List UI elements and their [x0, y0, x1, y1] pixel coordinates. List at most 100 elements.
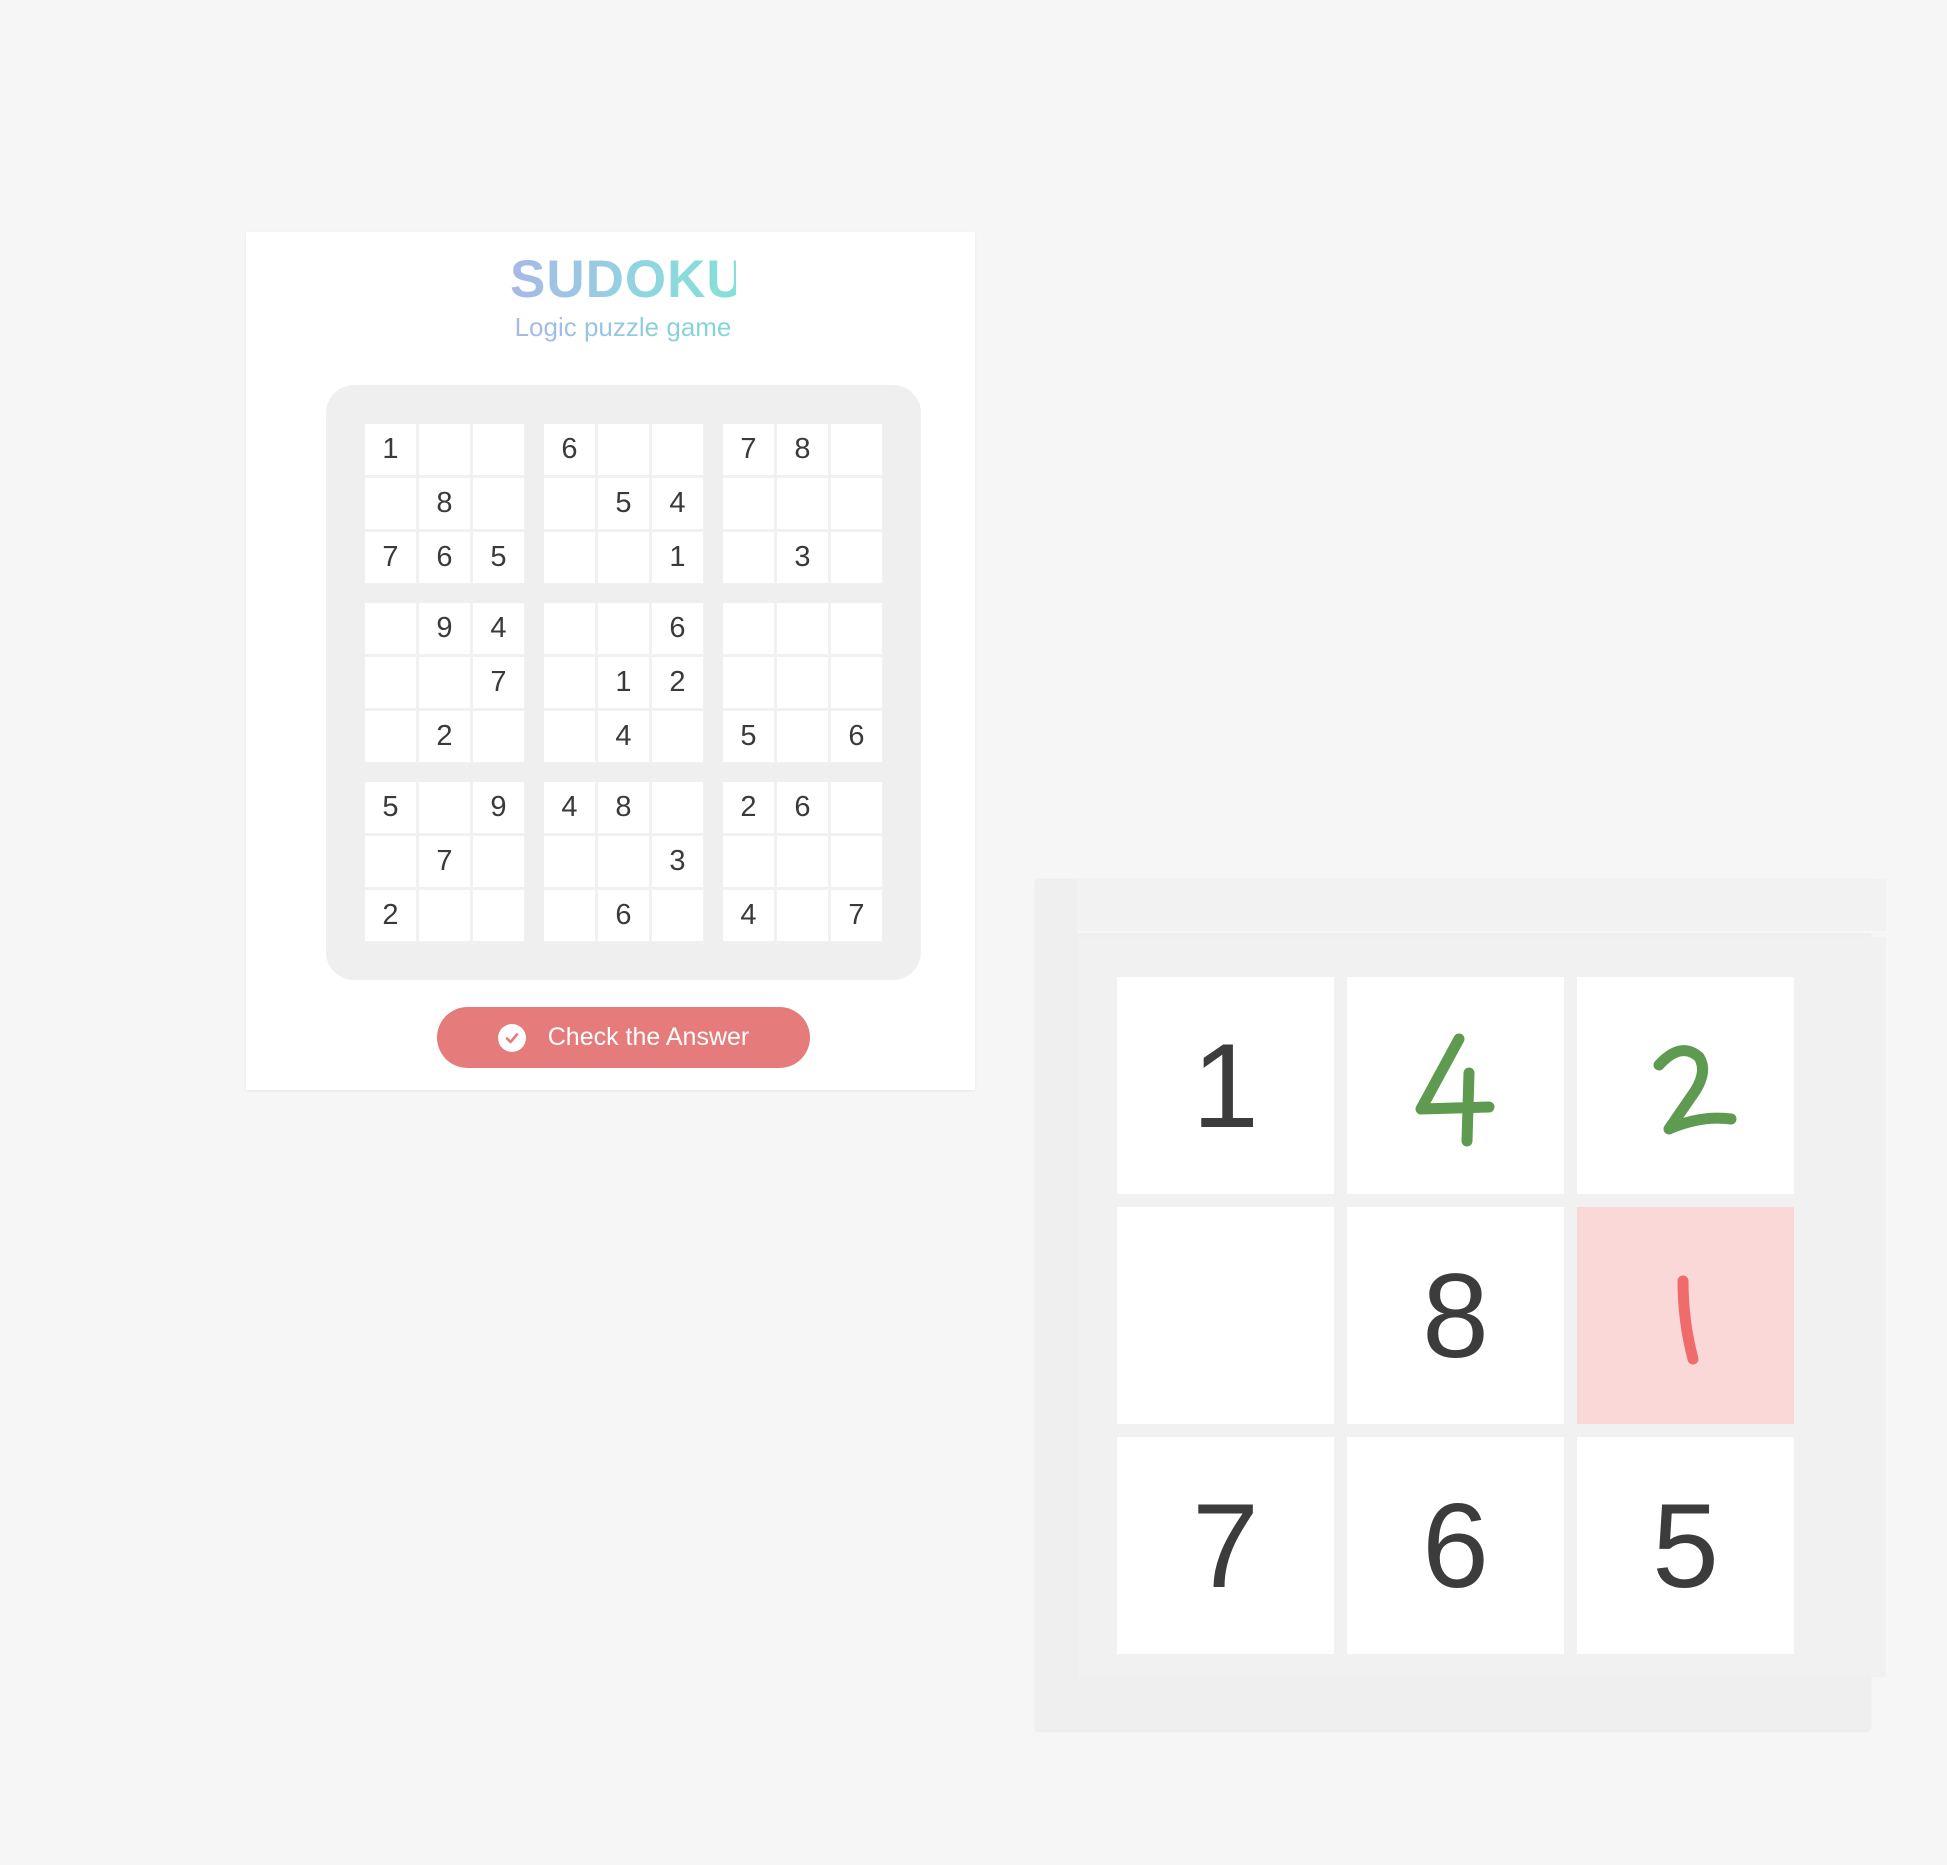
sudoku-cell[interactable]: 7 — [831, 890, 882, 941]
sudoku-cell[interactable] — [723, 478, 774, 529]
sudoku-cell[interactable] — [652, 890, 703, 941]
sudoku-cell[interactable] — [598, 424, 649, 475]
sudoku-cell[interactable]: 2 — [419, 711, 470, 762]
sudoku-cell[interactable] — [723, 657, 774, 708]
sudoku-cell[interactable]: 2 — [652, 657, 703, 708]
sudoku-cell[interactable] — [365, 603, 416, 654]
sudoku-cell[interactable] — [419, 890, 470, 941]
sudoku-box: 78 3 — [723, 424, 883, 584]
zoom-cell-value: 5 — [1652, 1478, 1719, 1613]
check-circle-icon — [497, 1023, 526, 1052]
sudoku-cell[interactable] — [598, 532, 649, 583]
sudoku-cell[interactable] — [365, 657, 416, 708]
sudoku-cell[interactable] — [544, 532, 595, 583]
check-answer-button[interactable]: Check the Answer — [437, 1007, 810, 1068]
sudoku-cell[interactable] — [831, 532, 882, 583]
sudoku-cell[interactable] — [777, 603, 828, 654]
sudoku-cell[interactable] — [473, 478, 524, 529]
sudoku-cell[interactable]: 5 — [598, 478, 649, 529]
sudoku-cell[interactable]: 8 — [777, 424, 828, 475]
sudoku-cell[interactable] — [831, 782, 882, 833]
sudoku-box: 56 — [723, 603, 883, 763]
sudoku-cell[interactable] — [598, 603, 649, 654]
sudoku-cell[interactable] — [723, 532, 774, 583]
sudoku-cell[interactable]: 6 — [419, 532, 470, 583]
sudoku-cell[interactable]: 7 — [723, 424, 774, 475]
zoom-cell[interactable]: 6 — [1347, 1437, 1564, 1654]
sudoku-cell[interactable]: 7 — [419, 836, 470, 887]
sudoku-cell[interactable] — [473, 711, 524, 762]
sudoku-cell[interactable] — [831, 603, 882, 654]
sudoku-cell[interactable] — [544, 836, 595, 887]
sudoku-cell[interactable] — [544, 478, 595, 529]
sudoku-cell[interactable]: 3 — [652, 836, 703, 887]
sudoku-cell[interactable]: 6 — [598, 890, 649, 941]
zoom-cell[interactable]: 8 — [1347, 1207, 1564, 1424]
sudoku-cell[interactable] — [544, 603, 595, 654]
sudoku-cell[interactable] — [652, 711, 703, 762]
sudoku-cell[interactable] — [777, 478, 828, 529]
sudoku-cell[interactable]: 4 — [598, 711, 649, 762]
sudoku-cell[interactable] — [652, 424, 703, 475]
handwritten-digit-4 — [1415, 1033, 1494, 1146]
sudoku-cell[interactable]: 2 — [723, 782, 774, 833]
zoom-cell[interactable]: 5 — [1577, 1437, 1794, 1654]
sudoku-cell[interactable]: 5 — [473, 532, 524, 583]
sudoku-cell[interactable]: 9 — [473, 782, 524, 833]
sudoku-cell[interactable] — [777, 657, 828, 708]
sudoku-cell[interactable]: 4 — [652, 478, 703, 529]
sudoku-cell[interactable]: 4 — [473, 603, 524, 654]
sudoku-cell[interactable]: 3 — [777, 532, 828, 583]
sudoku-cell[interactable]: 1 — [598, 657, 649, 708]
zoom-cell[interactable]: 1 — [1577, 1207, 1794, 1424]
sudoku-cell[interactable] — [544, 890, 595, 941]
sudoku-cell[interactable] — [473, 836, 524, 887]
sudoku-cell[interactable] — [419, 424, 470, 475]
sudoku-cell[interactable] — [831, 478, 882, 529]
sudoku-cell[interactable]: 6 — [831, 711, 882, 762]
sudoku-cell[interactable]: 4 — [723, 890, 774, 941]
sudoku-cell[interactable]: 4 — [544, 782, 595, 833]
sudoku-cell[interactable]: 1 — [365, 424, 416, 475]
sudoku-cell[interactable] — [365, 478, 416, 529]
sudoku-cell[interactable]: 9 — [419, 603, 470, 654]
handwritten-digit-2 — [1653, 1044, 1736, 1134]
sudoku-cell[interactable] — [652, 782, 703, 833]
zoom-inset: 14281 765 — [1036, 879, 1886, 1730]
sudoku-cell[interactable]: 7 — [473, 657, 524, 708]
sudoku-cell[interactable] — [365, 711, 416, 762]
sudoku-cell[interactable]: 5 — [723, 711, 774, 762]
sudoku-cell[interactable]: 5 — [365, 782, 416, 833]
sudoku-cell[interactable] — [419, 782, 470, 833]
sudoku-cell[interactable]: 1 — [652, 532, 703, 583]
zoom-cell[interactable] — [1117, 1207, 1334, 1424]
sudoku-cell[interactable] — [598, 836, 649, 887]
sudoku-cell[interactable] — [777, 890, 828, 941]
sudoku-cell[interactable] — [831, 424, 882, 475]
sudoku-cell[interactable] — [365, 836, 416, 887]
sudoku-cell[interactable] — [831, 836, 882, 887]
sudoku-cell[interactable] — [473, 424, 524, 475]
sudoku-cell[interactable]: 7 — [365, 532, 416, 583]
zoom-cell[interactable]: 1 — [1117, 977, 1334, 1194]
sudoku-box: 9472 — [365, 603, 525, 763]
sudoku-cell[interactable] — [544, 711, 595, 762]
sudoku-cell[interactable]: 2 — [365, 890, 416, 941]
sudoku-cell[interactable] — [777, 836, 828, 887]
zoom-cell[interactable]: 4 — [1347, 977, 1564, 1194]
zoom-cell[interactable]: 7 — [1117, 1437, 1334, 1654]
sudoku-cell[interactable]: 6 — [777, 782, 828, 833]
sudoku-cell[interactable] — [723, 836, 774, 887]
sudoku-cell[interactable]: 8 — [419, 478, 470, 529]
sudoku-cell[interactable] — [473, 890, 524, 941]
zoom-cell[interactable]: 2 — [1577, 977, 1794, 1194]
sudoku-cell[interactable]: 8 — [598, 782, 649, 833]
zoom-cell-value: 7 — [1192, 1478, 1259, 1613]
sudoku-cell[interactable] — [419, 657, 470, 708]
sudoku-cell[interactable] — [777, 711, 828, 762]
sudoku-cell[interactable] — [831, 657, 882, 708]
sudoku-cell[interactable] — [723, 603, 774, 654]
sudoku-cell[interactable]: 6 — [544, 424, 595, 475]
sudoku-cell[interactable]: 6 — [652, 603, 703, 654]
sudoku-cell[interactable] — [544, 657, 595, 708]
